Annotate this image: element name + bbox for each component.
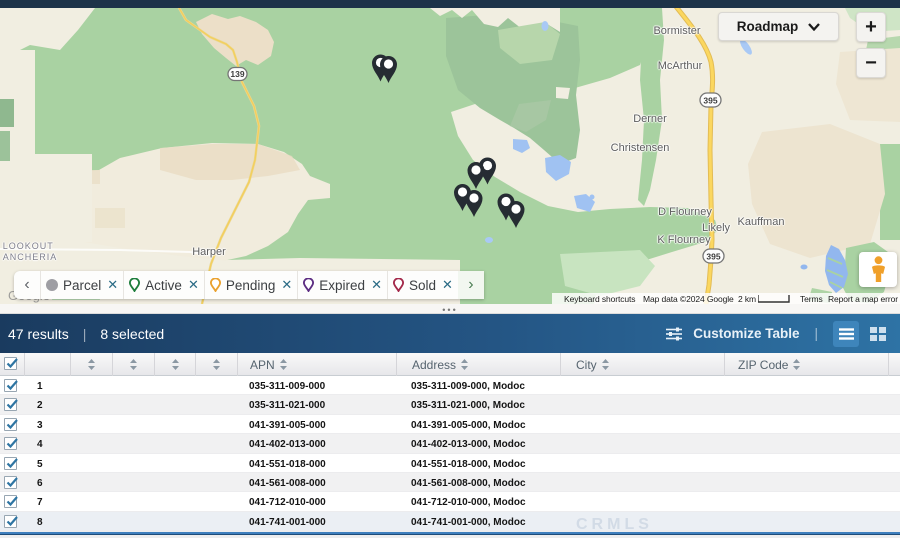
svg-text:139: 139 [230, 69, 244, 79]
svg-text:395: 395 [706, 252, 720, 262]
svg-text:395: 395 [703, 96, 717, 106]
